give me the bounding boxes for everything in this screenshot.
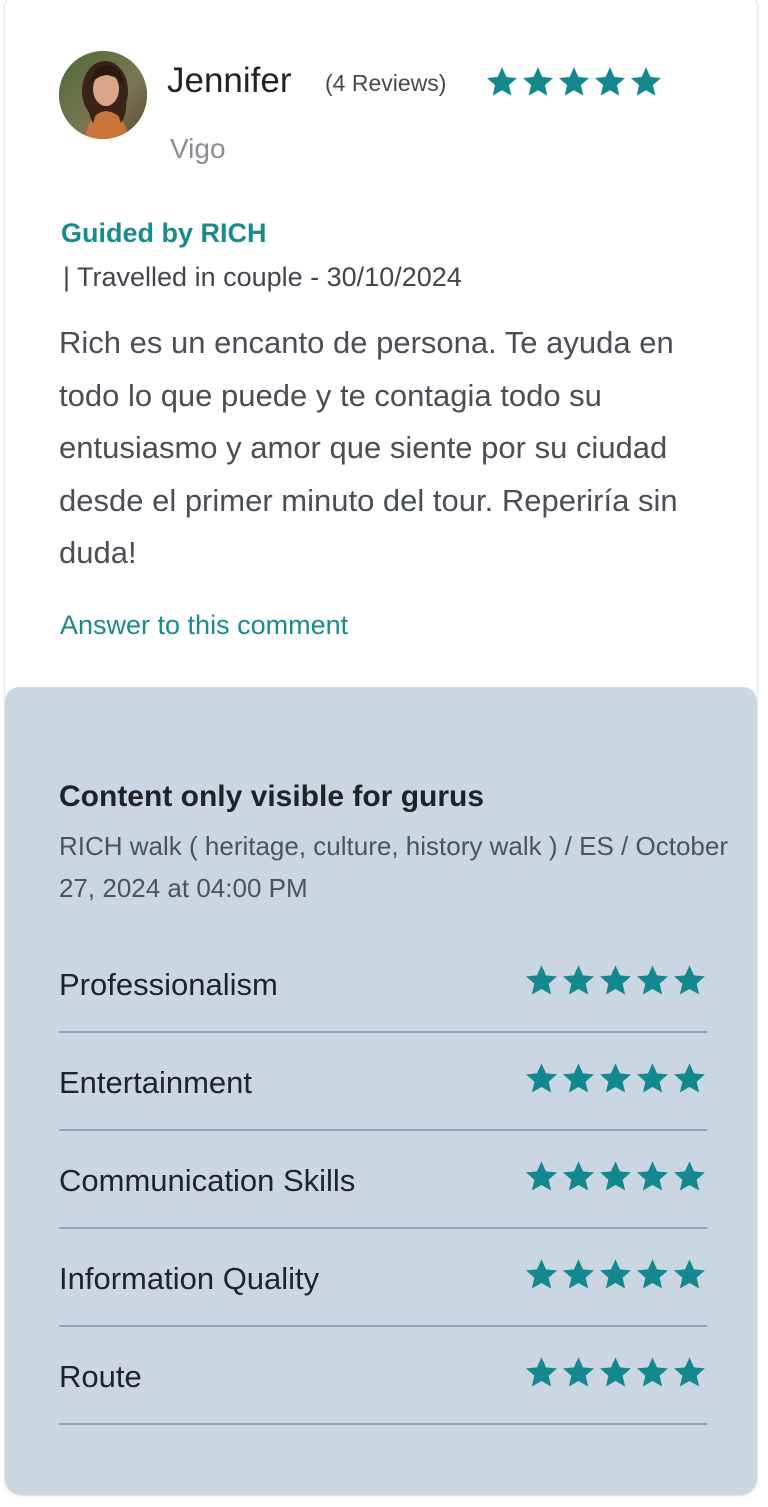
rating-label: Professionalism <box>59 967 278 1002</box>
star-icon <box>637 1161 668 1191</box>
reviewer-name: Jennifer <box>167 61 292 100</box>
tour-info: RICH walk ( heritage, culture, history w… <box>59 831 728 903</box>
star-icon <box>600 1161 631 1191</box>
star-icon <box>630 67 662 96</box>
star-icon <box>526 965 557 995</box>
star-icon <box>637 1063 668 1093</box>
star-icon <box>674 965 705 995</box>
star-icon <box>600 1063 631 1093</box>
star-icon <box>526 1357 557 1387</box>
rating-label: Information Quality <box>59 1261 320 1296</box>
star-icon <box>594 67 626 96</box>
star-icon <box>563 1161 594 1191</box>
rating-label: Communication Skills <box>59 1163 356 1198</box>
rating-breakdown-list: Professionalism Entertainment Communicat… <box>59 937 707 1427</box>
star-icon <box>674 1063 705 1093</box>
star-icon <box>526 1161 557 1191</box>
star-icon <box>526 1259 557 1289</box>
rating-label: Route <box>59 1359 142 1394</box>
star-icon <box>637 965 668 995</box>
rating-stars <box>524 1061 707 1096</box>
star-icon <box>637 1259 668 1289</box>
review-text: Rich es un encanto de persona. Te ayuda … <box>59 325 678 570</box>
star-icon <box>674 1161 705 1191</box>
rating-stars <box>524 1355 707 1390</box>
star-icon <box>563 965 594 995</box>
answer-comment-link[interactable]: Answer to this comment <box>60 609 348 641</box>
overall-rating-stars <box>485 65 663 99</box>
rating-row: Communication Skills <box>59 1133 707 1229</box>
rating-row: Information Quality <box>59 1231 707 1327</box>
guided-by-label[interactable]: Guided by RICH <box>61 217 267 249</box>
rating-stars <box>524 1159 707 1194</box>
avatar <box>59 51 147 139</box>
star-icon <box>600 1259 631 1289</box>
star-icon <box>563 1357 594 1387</box>
star-icon <box>563 1259 594 1289</box>
star-icon <box>486 67 518 96</box>
star-icon <box>674 1357 705 1387</box>
star-icon <box>522 67 554 96</box>
avatar-photo <box>59 51 147 139</box>
rating-stars <box>524 1257 707 1292</box>
star-icon <box>637 1357 668 1387</box>
travel-info: | Travelled in couple - 30/10/2024 <box>63 262 462 292</box>
star-icon <box>600 1357 631 1387</box>
rating-label: Entertainment <box>59 1065 252 1100</box>
star-icon <box>563 1063 594 1093</box>
guru-only-panel: Content only visible for gurus RICH walk… <box>5 687 757 1495</box>
rating-stars <box>524 963 707 998</box>
rating-row: Professionalism <box>59 937 707 1033</box>
review-card: Jennifer (4 Reviews) Vigo Guided by RICH… <box>4 0 758 1496</box>
star-icon <box>674 1259 705 1289</box>
star-icon <box>526 1063 557 1093</box>
rating-row: Route <box>59 1329 707 1425</box>
star-icon <box>600 965 631 995</box>
guru-panel-title: Content only visible for gurus <box>59 780 485 813</box>
reviewer-city: Vigo <box>170 133 226 164</box>
rating-row: Entertainment <box>59 1035 707 1131</box>
reviews-count[interactable]: (4 Reviews) <box>325 69 446 97</box>
star-icon <box>558 67 590 96</box>
